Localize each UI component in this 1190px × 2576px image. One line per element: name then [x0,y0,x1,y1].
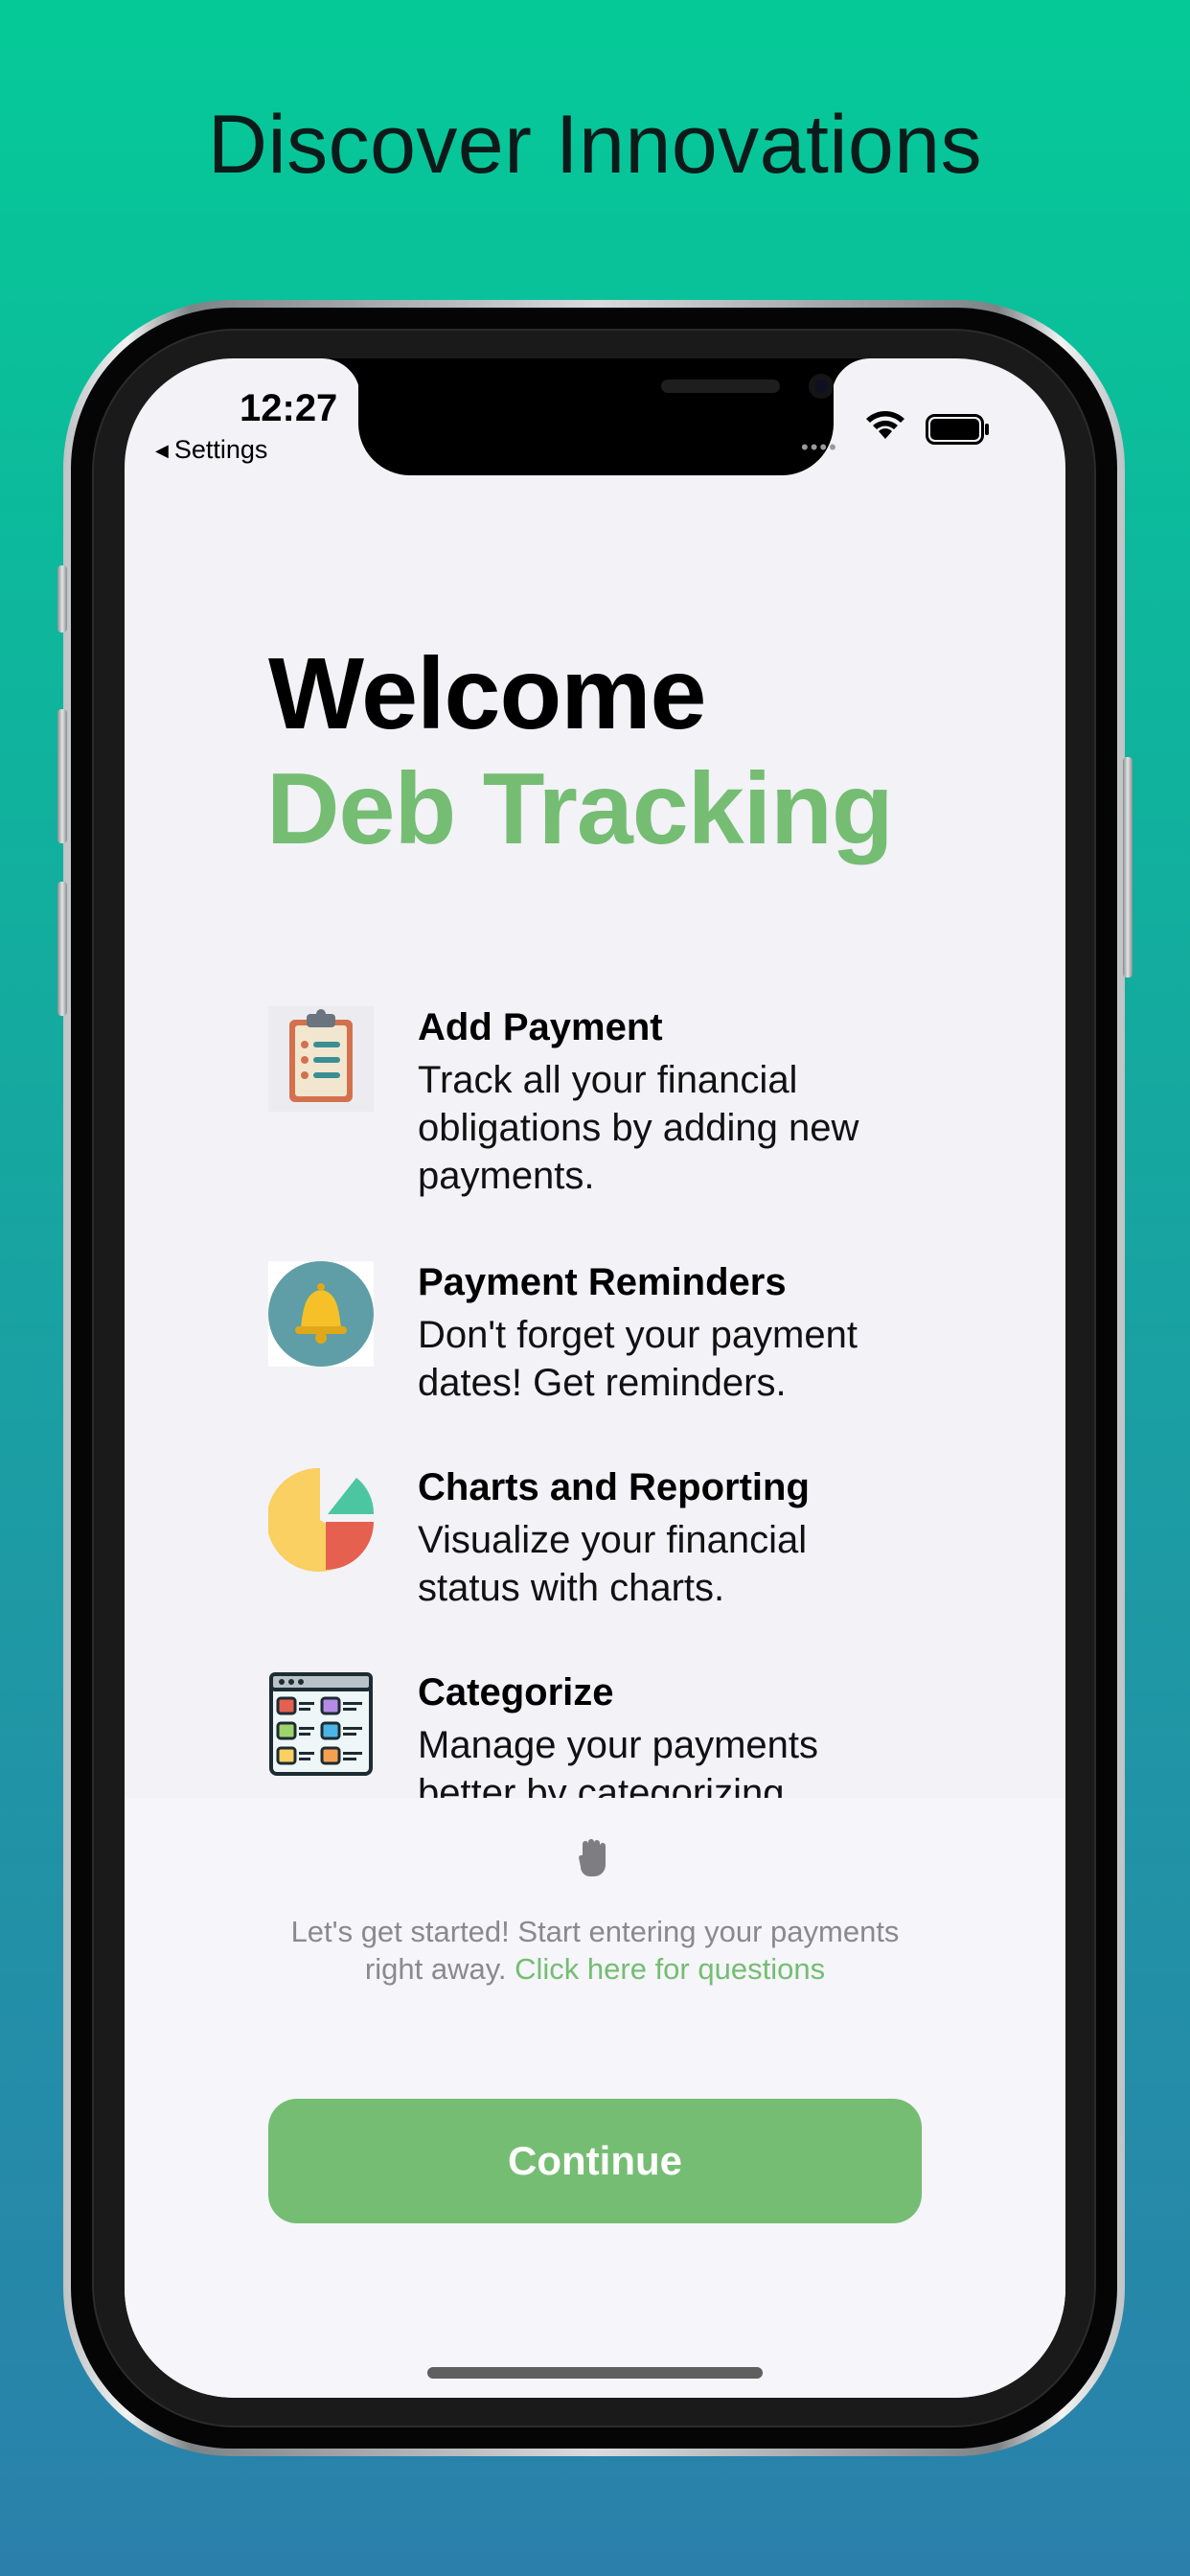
feature-description: Don't forget your payment dates! Get rem… [418,1314,858,1404]
front-camera [809,374,834,399]
phone-screen: 12:27 ◀ Settings •••• Welcome Deb Trackin… [125,358,1065,2398]
feature-title: Add Payment [418,1006,663,1048]
promo-headline: Discover Innovations [207,99,983,191]
volume-down-button [57,882,67,1016]
power-button [1123,757,1133,978]
home-indicator[interactable] [427,2367,763,2379]
earpiece-speaker [661,380,780,393]
mute-switch [57,565,67,632]
categories-icon [269,1672,373,1776]
feature-title: Categorize [418,1671,614,1714]
back-arrow-icon: ◀ [155,441,169,460]
cell-signal-icon: •••• [801,435,838,459]
volume-up-button [57,709,67,843]
status-time: 12:27 [240,387,338,429]
back-to-settings-link[interactable]: ◀ Settings [155,435,267,465]
feature-description: Visualize your financial status with cha… [418,1519,808,1609]
welcome-title: Welcome [268,637,706,750]
continue-button[interactable]: Continue [268,2099,922,2223]
clipboard-icon [268,1006,374,1112]
questions-link[interactable]: Click here for questions [515,1952,825,1986]
feature-title: Payment Reminders [418,1261,787,1303]
feature-description: Track all your financial obligations by … [418,1059,859,1197]
privacy-hand-icon [579,1839,606,1876]
get-started-info: Let's get started! Start entering your p… [268,1913,922,1988]
app-name-title: Deb Tracking [266,752,894,865]
back-label: Settings [173,435,268,464]
bottom-panel [125,1798,1065,2398]
notch [358,358,834,475]
bell-icon [268,1261,374,1367]
wifi-icon [866,411,904,439]
pie-chart-icon [268,1467,374,1572]
feature-title: Charts and Reporting [418,1466,810,1508]
battery-icon [926,414,989,445]
